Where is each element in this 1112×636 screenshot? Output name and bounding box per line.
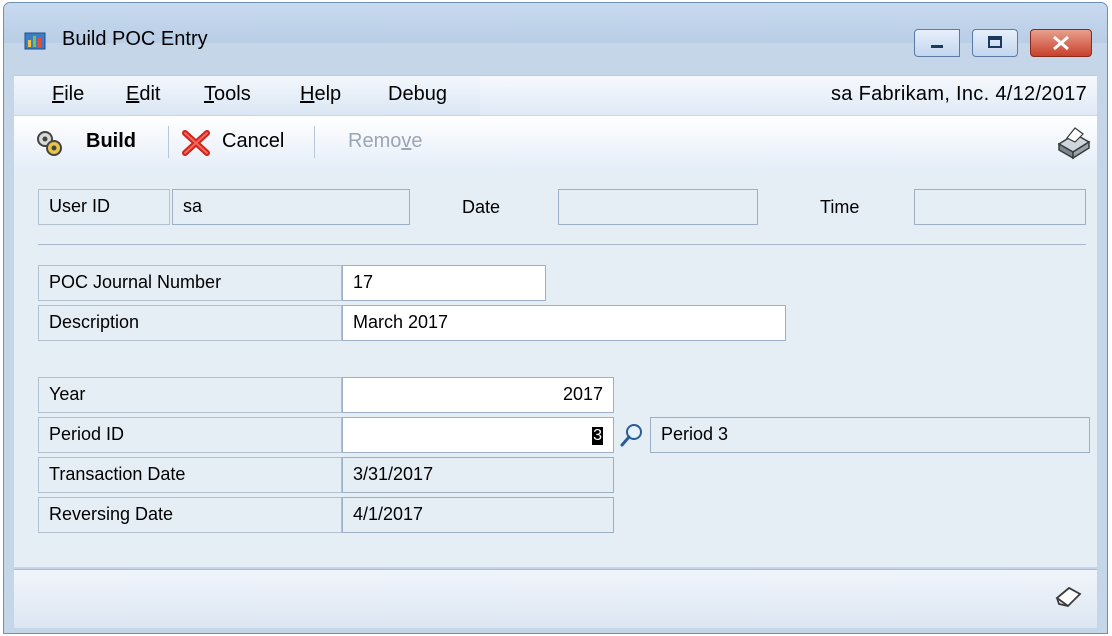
- close-icon: [1053, 35, 1069, 51]
- date-label: Date: [462, 197, 501, 217]
- menu-help[interactable]: Help: [300, 83, 341, 106]
- time-label: Time: [820, 197, 860, 217]
- period-label-box: Period ID: [38, 417, 342, 453]
- window-title: Build POC Entry: [62, 28, 208, 50]
- description-input[interactable]: March 2017: [342, 305, 786, 341]
- reversing-date-field: 4/1/2017: [342, 497, 614, 533]
- remove-label-post: e: [411, 130, 423, 152]
- menu-file-rest: ile: [64, 83, 85, 105]
- user-id-label-box: User ID: [38, 189, 170, 225]
- note-icon[interactable]: [1053, 584, 1083, 612]
- header-divider: [38, 244, 1086, 245]
- content-area: User ID sa Date Time POC Journal Number …: [14, 171, 1097, 567]
- remove-label-pre: Remo: [348, 130, 402, 152]
- minimize-icon: [931, 45, 943, 48]
- journal-label-box: POC Journal Number: [38, 265, 342, 301]
- menu-edit-rest: dit: [139, 83, 161, 105]
- cancel-x-icon: [182, 130, 210, 156]
- transaction-date-label: Transaction Date: [49, 464, 186, 484]
- year-label: Year: [49, 384, 86, 404]
- app-window: Build POC Entry File Edit Tools Help Deb…: [3, 2, 1108, 634]
- period-name-field: Period 3: [650, 417, 1090, 453]
- rev-date-label-box: Reversing Date: [38, 497, 342, 533]
- app-icon: [24, 32, 46, 50]
- period-id-label: Period ID: [49, 424, 125, 444]
- menu-help-rest: elp: [314, 83, 342, 105]
- journal-number-label: POC Journal Number: [49, 272, 222, 292]
- date-field: [558, 189, 758, 225]
- journal-number-input[interactable]: 17: [342, 265, 546, 301]
- menu-help-accel: H: [300, 83, 315, 105]
- minimize-button[interactable]: [914, 29, 960, 57]
- toolbar: Build Cancel Remove: [14, 115, 1097, 173]
- description-label-box: Description: [38, 305, 342, 341]
- transaction-date-field: 3/31/2017: [342, 457, 614, 493]
- maximize-icon: [988, 36, 1002, 48]
- remove-label-accel: v: [401, 130, 412, 152]
- cancel-button[interactable]: Cancel: [222, 130, 284, 153]
- menu-edit-accel: E: [126, 83, 140, 105]
- menu-edit[interactable]: Edit: [126, 83, 160, 106]
- menu-tools[interactable]: Tools: [204, 83, 251, 106]
- menu-tools-accel: T: [204, 83, 214, 105]
- menu-bar: File Edit Tools Help Debug sa Fabrikam, …: [14, 75, 1097, 116]
- menu-tools-rest: ools: [214, 83, 251, 105]
- lookup-magnifier-icon[interactable]: [618, 421, 646, 449]
- year-input[interactable]: 2017: [342, 377, 614, 413]
- menu-debug[interactable]: Debug: [388, 83, 447, 106]
- menu-debug-pre: Debu: [388, 83, 436, 105]
- build-gears-icon: [37, 131, 62, 156]
- menu-debug-accel: g: [435, 83, 447, 105]
- status-bar: [14, 569, 1097, 628]
- period-id-input[interactable]: 3: [342, 417, 614, 453]
- period-id-value: 3: [592, 427, 603, 445]
- year-label-box: Year: [38, 377, 342, 413]
- maximize-button[interactable]: [972, 29, 1018, 57]
- printer-icon[interactable]: [1053, 124, 1093, 162]
- close-button[interactable]: [1030, 29, 1092, 57]
- session-info: sa Fabrikam, Inc. 4/12/2017: [830, 83, 1087, 105]
- user-id-label: User ID: [49, 196, 111, 216]
- menu-file-accel: F: [52, 83, 65, 105]
- toolbar-separator: [314, 126, 315, 158]
- description-label: Description: [49, 312, 140, 332]
- trx-date-label-box: Transaction Date: [38, 457, 342, 493]
- time-field: [914, 189, 1086, 225]
- toolbar-separator: [168, 126, 169, 158]
- reversing-date-label: Reversing Date: [49, 504, 174, 524]
- build-button[interactable]: Build: [86, 130, 136, 153]
- user-id-field: sa: [172, 189, 410, 225]
- menu-file[interactable]: File: [52, 83, 84, 106]
- remove-button[interactable]: Remove: [348, 130, 422, 153]
